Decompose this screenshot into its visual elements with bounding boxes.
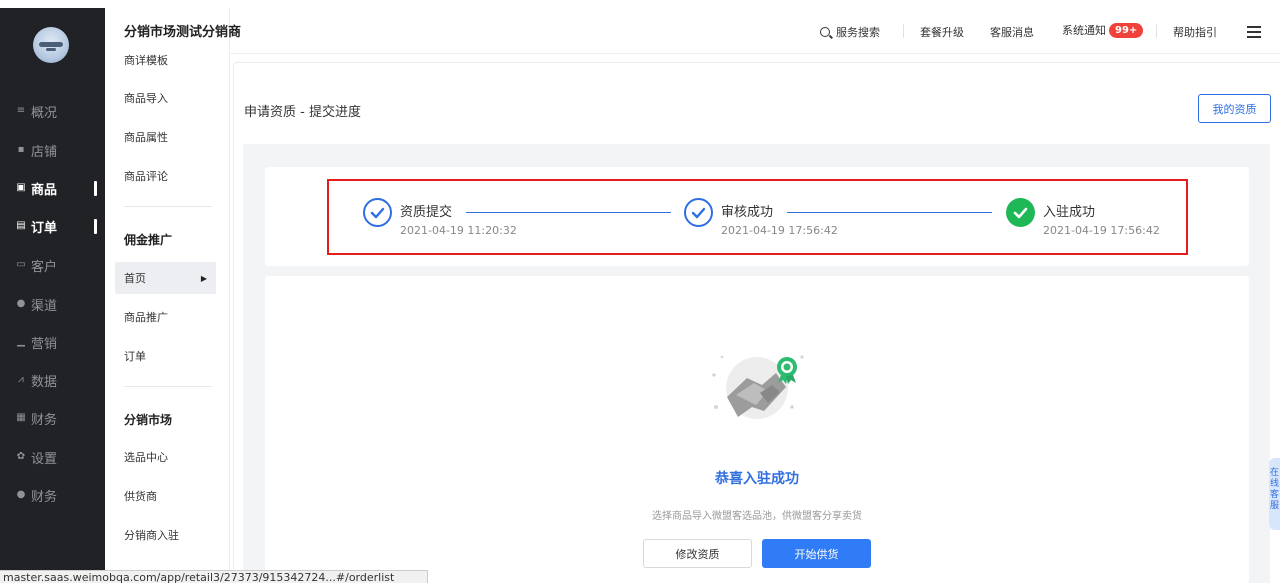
subnav-divider (124, 206, 212, 207)
subnav-item-label: 商品导入 (124, 92, 168, 105)
online-service-tab[interactable]: 在线客服 (1269, 458, 1280, 530)
sidebar-item-marketing[interactable]: ▁ 营销 (0, 327, 105, 357)
sidebar-item-label: 店铺 (31, 144, 58, 160)
sidebar-item-label: 概况 (31, 105, 58, 121)
sidebar-item-channel[interactable]: ● 渠道 (0, 289, 105, 319)
subnav-group-commission: 佣金推广 (124, 233, 173, 247)
customer-icon: ▭ (16, 259, 26, 270)
sidebar-item-label: 财务 (31, 489, 58, 505)
finance2-icon: ● (16, 489, 26, 500)
top-header: 分销市场测试分销商 服务搜索 套餐升级 客服消息 系统通知 99+ 帮助指引 (124, 8, 1280, 54)
search-icon (820, 27, 830, 37)
help-link[interactable]: 帮助指引 (1173, 24, 1217, 40)
store-title: 分销市场测试分销商 (124, 25, 242, 40)
subnav-item-home[interactable]: 首页 ▶ (115, 262, 216, 294)
subnav-item-label: 供货商 (124, 490, 157, 503)
subnav-item-label: 商品属性 (124, 131, 168, 144)
goods-icon: ▣ (16, 182, 26, 193)
upgrade-link[interactable]: 套餐升级 (920, 24, 964, 40)
edit-qualification-button[interactable]: 修改资质 (643, 539, 752, 568)
status-bar-url: master.saas.weimobqa.com/app/retail3/273… (0, 570, 428, 583)
caret-right-icon: ▶ (200, 273, 207, 283)
data-icon: ⩘ (18, 374, 24, 385)
service-message-link[interactable]: 客服消息 (990, 24, 1034, 40)
subnav-item-orders[interactable]: 订单 (115, 340, 216, 372)
highlight-box (327, 179, 1188, 255)
sidebar-item-overview[interactable]: ≡ 概况 (0, 96, 105, 126)
notice-badge: 99+ (1109, 23, 1144, 38)
sidebar-item-label: 渠道 (31, 298, 58, 314)
subnav-item-label: 选品中心 (124, 451, 168, 464)
start-supply-button[interactable]: 开始供货 (762, 539, 871, 568)
subnav-group-market: 分销市场 (124, 413, 173, 427)
finance-icon: ▦ (16, 412, 26, 423)
top-strip (0, 0, 1280, 8)
system-notice-label: 系统通知 (1062, 24, 1106, 37)
handshake-illustration-icon (712, 355, 804, 419)
shop-icon: ▪ (17, 144, 25, 155)
shop-logo[interactable] (33, 27, 69, 63)
sidebar-item-label: 营销 (31, 336, 58, 352)
marketing-icon: ▁ (17, 336, 25, 347)
header-divider (903, 24, 904, 38)
overview-icon: ≡ (16, 105, 26, 116)
order-icon: ▤ (16, 220, 26, 231)
page-title: 申请资质 - 提交进度 (244, 105, 361, 120)
sidebar-item-label: 财务 (31, 412, 58, 428)
service-search-label: 服务搜索 (836, 26, 880, 39)
success-description: 选择商品导入微盟客选品池，供微盟客分享卖货 (652, 511, 862, 522)
sidebar-item-label: 商品 (31, 182, 58, 198)
success-title: 恭喜入驻成功 (715, 471, 799, 487)
header-divider (1156, 24, 1157, 38)
secondary-sidebar: 商详模板 商品导入 商品属性 商品评论 佣金推广 首页 ▶ 商品推广 订单 分销… (105, 8, 230, 583)
sidebar-item-label: 客户 (31, 259, 58, 275)
system-notice-link[interactable]: 系统通知 99+ (1062, 22, 1144, 38)
subnav-divider (124, 386, 212, 387)
subnav-item-attributes[interactable]: 商品属性 (115, 121, 216, 153)
subnav-item-label: 商详模板 (124, 54, 168, 67)
main-sidebar: ≡ 概况 ▪ 店铺 ▣ 商品 ▤ 订单 ▭ 客户 ● 渠道 ▁ 营销 ⩘ 数据 … (0, 8, 105, 583)
active-indicator (94, 181, 97, 196)
subnav-item-detail-template[interactable]: 商详模板 (115, 54, 216, 68)
subnav-item-label: 商品评论 (124, 170, 168, 183)
subnav-item-label: 首页 (124, 272, 146, 285)
subnav-item-distributor-join[interactable]: 分销商入驻 (115, 519, 216, 551)
sidebar-item-customer[interactable]: ▭ 客户 (0, 250, 105, 280)
subnav-item-label: 商品推广 (124, 311, 168, 324)
sidebar-item-shop[interactable]: ▪ 店铺 (0, 135, 105, 165)
sidebar-item-finance[interactable]: ▦ 财务 (0, 403, 105, 433)
sidebar-item-goods[interactable]: ▣ 商品 (0, 173, 105, 203)
sidebar-item-data[interactable]: ⩘ 数据 (0, 365, 105, 395)
sidebar-item-label: 订单 (31, 220, 58, 236)
subnav-item-promotion[interactable]: 商品推广 (115, 301, 216, 333)
sidebar-item-order[interactable]: ▤ 订单 (0, 211, 105, 241)
hamburger-menu-icon[interactable] (1247, 26, 1261, 38)
my-qualification-button[interactable]: 我的资质 (1198, 94, 1271, 123)
subnav-item-reviews[interactable]: 商品评论 (115, 160, 216, 192)
settings-icon: ✿ (16, 451, 26, 462)
channel-icon: ● (16, 298, 26, 309)
subnav-item-label: 分销商入驻 (124, 529, 179, 542)
sidebar-item-label: 设置 (31, 451, 58, 467)
active-indicator (94, 219, 97, 234)
service-search[interactable]: 服务搜索 (820, 24, 880, 40)
subnav-item-label: 订单 (124, 350, 146, 363)
subnav-item-import[interactable]: 商品导入 (115, 82, 216, 114)
sidebar-item-label: 数据 (31, 374, 58, 390)
